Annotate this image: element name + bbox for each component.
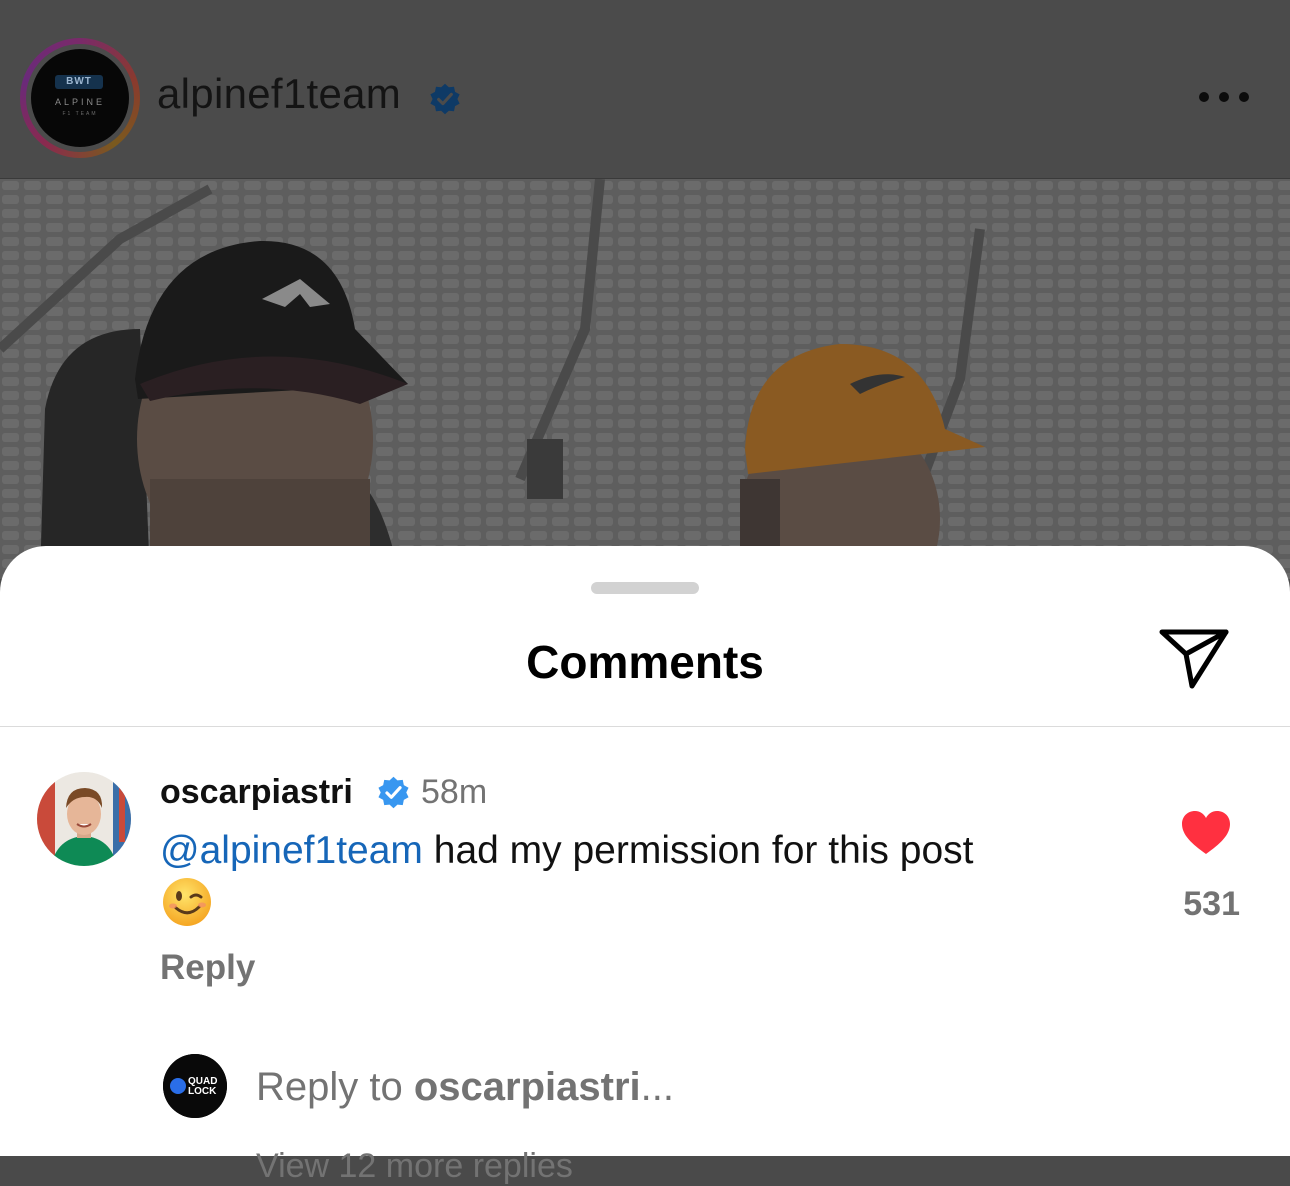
comment-username[interactable]: oscarpiastri xyxy=(160,772,353,812)
reply-input-prefix: Reply to xyxy=(256,1065,414,1109)
alpine-logo: BWT ALPINE F1 TEAM xyxy=(31,49,129,147)
comment-timestamp: 58m xyxy=(421,773,488,811)
account-name[interactable]: alpinef1team xyxy=(157,70,401,118)
my-avatar: QUAD LOCK xyxy=(163,1054,227,1118)
mention-link[interactable]: @alpinef1team xyxy=(160,829,423,872)
reply-input-target: oscarpiastri xyxy=(413,1065,641,1109)
post-header: BWT ALPINE F1 TEAM alpinef1team xyxy=(0,0,1290,179)
stadium-photo xyxy=(0,179,1290,579)
commenter-avatar[interactable] xyxy=(37,772,131,866)
more-dots-icon[interactable] xyxy=(1198,86,1250,108)
sheet-title: Comments xyxy=(526,636,764,688)
like-count[interactable]: 531 xyxy=(1150,884,1240,924)
comment-body: @alpinef1team had my permission for this… xyxy=(160,829,1100,873)
reply-button[interactable]: Reply xyxy=(160,948,255,988)
verified-badge-icon xyxy=(378,776,409,809)
svg-text:LOCK: LOCK xyxy=(188,1086,217,1097)
f1-team-logo-text: F1 TEAM xyxy=(62,111,98,117)
verified-badge-icon xyxy=(430,83,460,115)
commenter-photo xyxy=(37,772,131,866)
quad-lock-logo: QUAD LOCK xyxy=(163,1054,227,1118)
paper-plane-icon[interactable] xyxy=(1158,628,1230,690)
bwt-logo-text: BWT xyxy=(55,75,103,89)
heart-filled-icon[interactable] xyxy=(1180,810,1232,856)
comment-text: had my permission for this post xyxy=(422,829,974,872)
view-replies-link[interactable]: View 12 more replies xyxy=(256,1146,573,1186)
sheet-drag-handle[interactable] xyxy=(591,582,699,594)
winking-face-icon xyxy=(163,878,211,926)
post-photo[interactable] xyxy=(0,179,1290,579)
alpine-logo-text: ALPINE xyxy=(54,97,105,107)
account-avatar[interactable]: BWT ALPINE F1 TEAM xyxy=(20,38,140,158)
reply-input[interactable]: Reply to oscarpiastri... xyxy=(256,1064,674,1110)
sheet-divider xyxy=(0,726,1290,727)
reply-input-suffix: ... xyxy=(640,1065,674,1109)
